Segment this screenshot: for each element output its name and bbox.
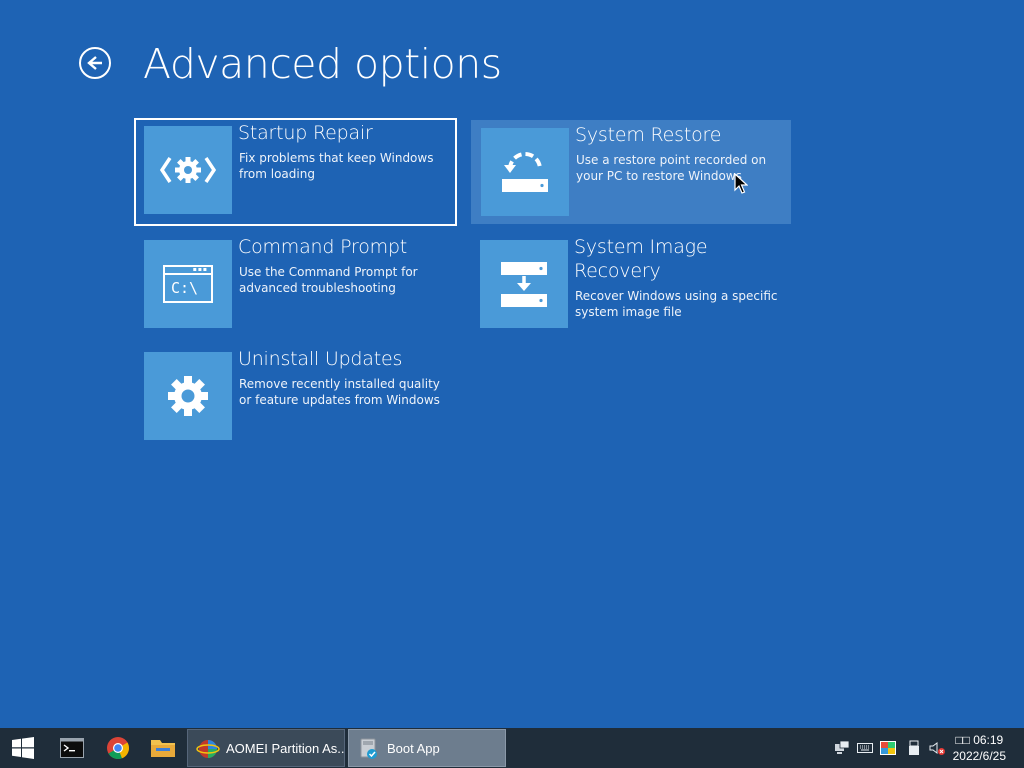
system-image-recovery-tile[interactable]: System Image Recovery Recover Windows us…: [470, 232, 790, 336]
usb-drive-icon[interactable]: [906, 740, 922, 756]
display-color-icon[interactable]: [880, 740, 896, 756]
terminal-taskbar-button[interactable]: [49, 728, 95, 768]
clock-date: 2022/6/25: [952, 749, 1006, 763]
tile-title: Uninstall Updates: [238, 348, 403, 370]
tile-description: Remove recently installed quality or fea…: [239, 377, 440, 407]
tile-title: System Restore: [575, 124, 722, 146]
boot-app-taskbar-button[interactable]: Boot App: [348, 729, 506, 767]
taskbar-clock[interactable]: □□ 06:19 2022/6/25: [953, 732, 1006, 764]
system-restore-tile[interactable]: System Restore Use a restore point recor…: [471, 120, 791, 224]
prompt-text: C:\: [171, 279, 199, 297]
tile-title: Command Prompt: [238, 236, 408, 258]
mouse-cursor-icon: [734, 173, 748, 194]
back-arrow-icon: [87, 56, 102, 70]
uninstall-updates-tile[interactable]: Uninstall Updates Remove recently instal…: [134, 344, 454, 448]
network-icon[interactable]: [834, 740, 850, 756]
boot-app-icon: [360, 738, 377, 759]
tile-description: Recover Windows using a specific system …: [575, 289, 778, 319]
file-explorer-taskbar-button[interactable]: [140, 728, 186, 768]
tile-description: Use a restore point recorded on your PC …: [576, 153, 767, 183]
back-button[interactable]: [79, 47, 111, 79]
command-prompt-tile[interactable]: ▪▪▪ C:\ Command Prompt Use the Command P…: [134, 232, 454, 336]
page-title: Advanced options: [143, 40, 502, 88]
aomei-taskbar-button[interactable]: AOMEI Partition As...: [187, 729, 345, 767]
chrome-icon: [107, 737, 130, 760]
gear-icon: [144, 352, 232, 440]
startup-repair-icon: [144, 126, 232, 214]
folder-icon: [151, 740, 175, 757]
app-label: AOMEI Partition As...: [226, 740, 344, 756]
tile-description: Fix problems that keep Windows from load…: [239, 151, 434, 181]
tile-title: System Image Recovery: [574, 236, 708, 282]
aomei-icon: [196, 740, 220, 758]
keyboard-icon[interactable]: [857, 740, 873, 756]
app-label: Boot App: [387, 740, 440, 756]
windows-logo-icon: [12, 737, 34, 759]
taskbar: AOMEI Partition As... Boot App □□ 06:19 …: [0, 728, 1024, 768]
tile-description: Use the Command Prompt for advanced trou…: [239, 265, 418, 295]
start-button[interactable]: [0, 728, 46, 768]
chrome-taskbar-button[interactable]: [95, 728, 141, 768]
terminal-icon: [60, 738, 84, 758]
clock-time: □□ 06:19: [955, 733, 1004, 747]
tile-title: Startup Repair: [238, 122, 373, 144]
startup-repair-tile[interactable]: Startup Repair Fix problems that keep Wi…: [134, 118, 457, 226]
volume-muted-icon[interactable]: [929, 740, 945, 756]
system-image-icon: [480, 240, 568, 328]
command-prompt-icon: ▪▪▪ C:\: [144, 240, 232, 328]
system-restore-icon: [481, 128, 569, 216]
